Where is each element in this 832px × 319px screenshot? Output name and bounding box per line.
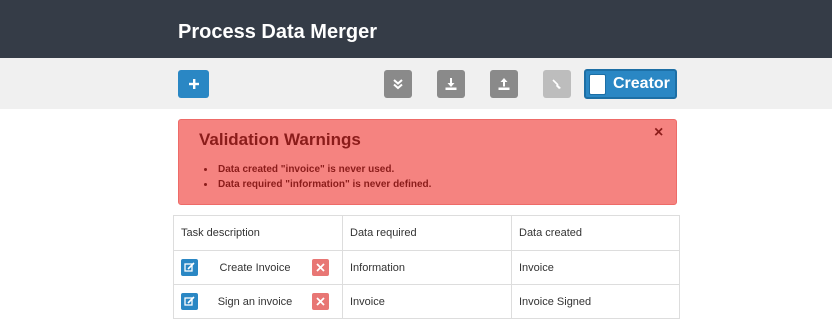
broom-icon [552,79,561,89]
app-header: Process Data Merger [0,0,832,58]
creator-checkbox[interactable] [589,73,606,95]
toolbar: Creator [0,58,832,109]
upload-icon [498,78,510,90]
plus-icon [188,79,199,89]
table-row: Create Invoice Information Invoice [173,250,680,285]
delete-task-button[interactable] [312,293,329,310]
column-header-required: Data required [342,215,512,251]
task-cell: Create Invoice [173,250,343,285]
validation-warnings-alert: Validation Warnings × Data created "invo… [178,119,677,205]
download-icon [445,78,457,90]
data-created-cell[interactable]: Invoice Signed [511,284,680,319]
close-icon[interactable]: × [654,124,663,142]
table-row: Sign an invoice Invoice Invoice Signed [173,284,680,319]
warning-item: Data created "invoice" is never used. [199,162,431,177]
edit-icon [184,262,195,272]
double-check-icon [393,79,403,90]
column-header-created: Data created [511,215,680,251]
edit-task-button[interactable] [181,293,198,310]
task-cell: Sign an invoice [173,284,343,319]
delete-icon [316,263,325,272]
creator-label: Creator [613,75,670,92]
validate-button[interactable] [384,70,412,98]
delete-task-button[interactable] [312,259,329,276]
table-header-row: Task description Data required Data crea… [173,215,680,251]
edit-task-button[interactable] [181,259,198,276]
data-required-cell[interactable]: Information [342,250,512,285]
alert-title: Validation Warnings [199,130,361,149]
data-created-cell[interactable]: Invoice [511,250,680,285]
task-name: Create Invoice [219,261,291,274]
warning-item: Data required "information" is never def… [199,177,431,192]
clear-button[interactable] [543,70,571,98]
upload-button[interactable] [490,70,518,98]
add-task-button[interactable] [178,70,209,98]
app-title: Process Data Merger [178,21,377,43]
download-button[interactable] [437,70,465,98]
task-name: Sign an invoice [217,295,293,308]
warning-list: Data created "invoice" is never used. Da… [199,162,431,192]
column-header-task: Task description [173,215,343,251]
delete-icon [316,297,325,306]
task-table: Task description Data required Data crea… [173,215,680,319]
data-required-cell[interactable]: Invoice [342,284,512,319]
edit-icon [184,296,195,306]
creator-toggle-button[interactable]: Creator [584,69,677,99]
